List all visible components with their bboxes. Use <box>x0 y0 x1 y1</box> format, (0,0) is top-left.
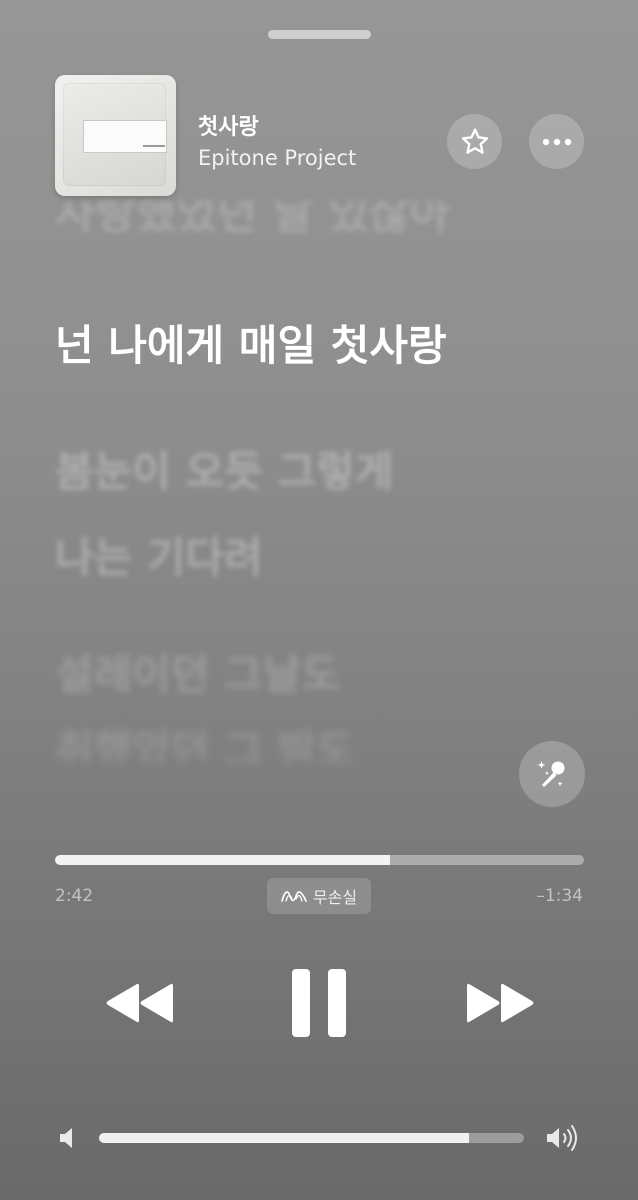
playback-progress-fill <box>55 855 391 865</box>
more-options-button[interactable] <box>529 114 584 169</box>
album-artwork-cover <box>63 83 167 186</box>
sing-lyrics-button[interactable] <box>519 741 585 807</box>
volume-slider[interactable] <box>99 1133 524 1143</box>
volume-fill <box>99 1133 469 1143</box>
song-artist[interactable]: Epitone Project <box>198 146 356 170</box>
lossless-badge[interactable]: 무손실 <box>267 878 371 914</box>
pause-button[interactable] <box>287 965 351 1040</box>
rewind-button[interactable] <box>100 978 178 1028</box>
lyric-line-next[interactable]: 봄눈이 오듯 그렇게 <box>55 438 393 499</box>
album-artwork[interactable] <box>55 75 176 196</box>
fast-forward-button[interactable] <box>462 978 540 1028</box>
lossless-wave-icon <box>281 891 307 902</box>
playback-progress-slider[interactable] <box>55 855 584 865</box>
volume-min-button[interactable] <box>58 1127 76 1153</box>
pause-icon <box>292 968 346 1037</box>
lyric-line-previous[interactable]: 사랑했었던 날 있잖아 <box>55 201 450 246</box>
elapsed-time: 2:42 <box>55 886 94 906</box>
volume-max-button[interactable] <box>545 1124 581 1156</box>
lyric-line-previous-text: 사랑했었던 날 있잖아 <box>55 201 450 239</box>
microphone-sparkles-icon <box>537 761 565 787</box>
star-outline-icon <box>461 128 488 154</box>
lyric-line-next[interactable]: 취했었던 그 밤도 <box>55 717 355 762</box>
album-artwork-print <box>143 145 165 147</box>
lyric-line-current[interactable]: 넌 나에게 매일 첫사랑 <box>55 312 447 373</box>
fast-forward-icon <box>467 983 534 1023</box>
song-title: 첫사랑 <box>198 115 259 140</box>
lyric-line-next[interactable]: 설레이던 그날도 <box>55 641 340 702</box>
favorite-button[interactable] <box>447 114 502 169</box>
remaining-time: –1:34 <box>536 886 583 906</box>
ellipsis-icon <box>542 138 571 145</box>
sheet-grabber[interactable] <box>268 30 371 39</box>
album-artwork-label <box>83 120 167 153</box>
lyric-line-next[interactable]: 나는 기다려 <box>55 524 263 585</box>
lossless-label: 무손실 <box>312 888 358 907</box>
speaker-low-icon <box>60 1128 72 1148</box>
speaker-high-icon <box>547 1125 577 1151</box>
rewind-icon <box>106 983 173 1023</box>
